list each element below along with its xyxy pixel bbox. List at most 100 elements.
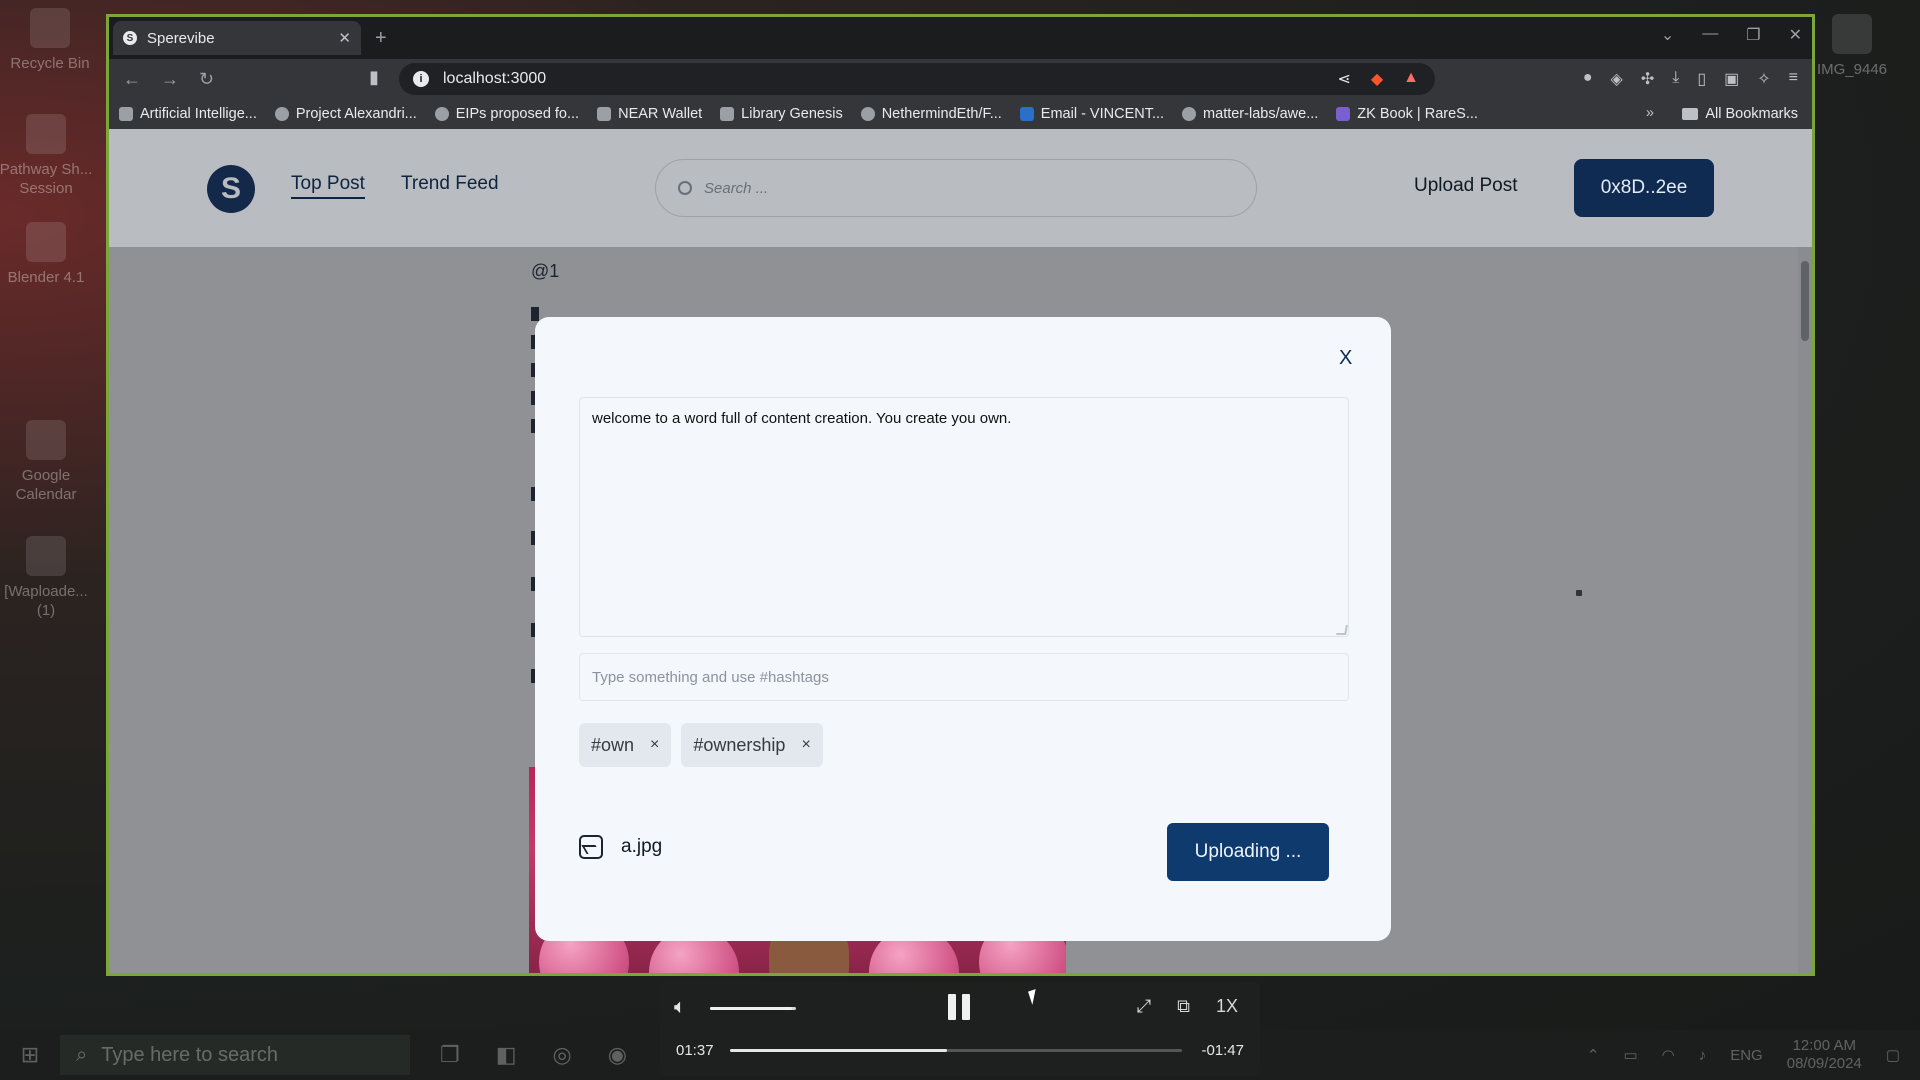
menu-icon[interactable]: ≡ xyxy=(1789,69,1798,89)
remove-tag-icon[interactable]: × xyxy=(801,736,810,754)
playback-speed-button[interactable]: 1X xyxy=(1216,996,1238,1017)
share-icon[interactable]: ⋖ xyxy=(1337,69,1350,89)
bookmark-item[interactable]: Library Genesis xyxy=(720,106,843,122)
tab-sperevibe[interactable]: S Sperevibe ✕ xyxy=(113,21,361,55)
system-tray: ⌃ ▭ ◠ ♪ ENG 12:00 AM 08/09/2024 ▢ xyxy=(1587,1030,1900,1080)
close-tab-icon[interactable]: ✕ xyxy=(338,29,351,47)
hashtag-input[interactable] xyxy=(579,653,1349,701)
language-indicator[interactable]: ENG xyxy=(1730,1047,1763,1064)
site-logo-icon[interactable]: S xyxy=(207,165,255,213)
windows-start-icon[interactable]: ⊞ xyxy=(0,1030,60,1080)
taskbar-search-placeholder: Type here to search xyxy=(101,1043,278,1066)
desktop-icon-recycle-bin[interactable]: Recycle Bin xyxy=(2,8,98,73)
desktop-icon-blender[interactable]: Blender 4.1 xyxy=(0,222,94,287)
brave-shields-icon[interactable]: ◆ xyxy=(1371,69,1383,89)
taskbar-search[interactable]: ⌕ Type here to search xyxy=(60,1035,410,1075)
browser-window: S Sperevibe ✕ + ⌄ — ❐ ✕ ← → ↻ ▮ i localh… xyxy=(106,14,1815,976)
bookmark-item[interactable]: Email - VINCENT... xyxy=(1019,106,1164,122)
reload-icon[interactable]: ↻ xyxy=(199,69,214,90)
minimize-icon[interactable]: — xyxy=(1702,25,1718,45)
nav-top-post[interactable]: Top Post xyxy=(291,173,365,199)
upload-post-modal: X #own × #ownership × a.jpg Uploading ..… xyxy=(535,317,1391,941)
site-info-icon[interactable]: i xyxy=(413,71,429,87)
recycle-bin-icon xyxy=(30,8,70,48)
fullscreen-icon[interactable]: ⤢ xyxy=(1137,996,1151,1017)
desktop-icon-google-calendar[interactable]: Google Calendar xyxy=(0,420,94,504)
add-image-icon[interactable] xyxy=(579,835,603,859)
hashtag-chip: #ownership × xyxy=(681,723,823,767)
volume-slider[interactable] xyxy=(710,1007,796,1010)
clock[interactable]: 12:00 AM 08/09/2024 xyxy=(1787,1037,1862,1073)
desktop-icon-img[interactable]: IMG_9446 xyxy=(1804,14,1900,79)
omnibox-actions: ⋖ ◆ ▲ xyxy=(1337,69,1419,89)
bookmark-item[interactable]: EIPs proposed fo... xyxy=(434,106,580,122)
bookmark-item[interactable]: ZK Book | RareS... xyxy=(1336,106,1478,122)
scrollbar-thumb[interactable] xyxy=(1801,261,1809,341)
bookmark-icon[interactable]: ▮ xyxy=(369,67,379,88)
close-window-icon[interactable]: ✕ xyxy=(1789,25,1802,45)
address-bar[interactable]: i localhost:3000 ⋖ ◆ ▲ xyxy=(399,63,1435,95)
bookmark-label: Library Genesis xyxy=(741,106,843,122)
download-icon[interactable]: ⤓ xyxy=(1672,69,1679,89)
bookmark-item[interactable]: Artificial Intellige... xyxy=(119,106,257,122)
post-content-textarea[interactable] xyxy=(579,397,1349,637)
puzzle-icon[interactable]: ✣ xyxy=(1641,69,1654,89)
sidebar-icon[interactable]: ▯ xyxy=(1697,69,1706,89)
resize-handle-icon[interactable] xyxy=(1336,625,1348,635)
bookmark-item[interactable]: Project Alexandri... xyxy=(274,106,417,122)
back-icon[interactable]: ← xyxy=(123,69,141,90)
more-bookmarks-icon[interactable]: » xyxy=(1646,105,1654,121)
task-view-icon[interactable]: ❐ xyxy=(440,1042,460,1068)
github-icon xyxy=(860,107,875,121)
extension-icon[interactable]: ● xyxy=(1583,69,1593,89)
site-search-input[interactable]: Search ... xyxy=(655,159,1257,217)
volume-icon[interactable]: 🔈︎ xyxy=(674,996,686,1019)
page-scrollbar[interactable] xyxy=(1798,247,1812,973)
leo-ai-icon[interactable]: ✧ xyxy=(1757,69,1770,89)
bookmark-item[interactable]: NEAR Wallet xyxy=(597,106,702,122)
post-author-handle[interactable]: @1 xyxy=(531,261,559,282)
notification-icon[interactable]: ▢ xyxy=(1886,1046,1900,1064)
bookmark-item[interactable]: NethermindEth/F... xyxy=(860,106,1002,122)
pause-icon[interactable] xyxy=(948,994,970,1020)
hashtag-list: #own × #ownership × xyxy=(579,723,823,767)
wallet-icon[interactable]: ▣ xyxy=(1724,69,1739,89)
close-modal-button[interactable]: X xyxy=(1339,347,1352,370)
bookmark-item[interactable]: matter-labs/awe... xyxy=(1182,106,1318,122)
seek-progress xyxy=(730,1049,947,1052)
new-tab-icon[interactable]: + xyxy=(375,27,387,50)
speaker-icon[interactable]: ♪ xyxy=(1699,1047,1707,1064)
remove-tag-icon[interactable]: × xyxy=(650,736,659,754)
picture-in-picture-icon[interactable]: ⧉ xyxy=(1177,996,1190,1017)
upload-button[interactable]: Uploading ... xyxy=(1167,823,1329,881)
all-bookmarks[interactable]: All Bookmarks xyxy=(1682,106,1798,122)
current-time: 01:37 xyxy=(676,1042,714,1059)
metamask-icon[interactable]: ◈ xyxy=(1611,69,1623,89)
search-icon: ⌕ xyxy=(76,1043,88,1066)
bookmark-label: NethermindEth/F... xyxy=(881,106,1002,122)
upload-post-link[interactable]: Upload Post xyxy=(1414,175,1518,197)
bookmark-label: Artificial Intellige... xyxy=(140,106,257,122)
clock-time: 12:00 AM xyxy=(1792,1037,1856,1054)
app-icon[interactable]: ◧ xyxy=(496,1042,517,1068)
tab-search-chevron-icon[interactable]: ⌄ xyxy=(1661,25,1674,45)
chevron-up-icon[interactable]: ⌃ xyxy=(1587,1046,1600,1064)
hashtag-chip: #own × xyxy=(579,723,672,767)
battery-icon[interactable]: ▭ xyxy=(1623,1046,1637,1064)
brave-rewards-icon[interactable]: ▲ xyxy=(1403,69,1419,89)
clock-date: 08/09/2024 xyxy=(1786,1055,1862,1072)
image-attachment[interactable]: a.jpg xyxy=(579,835,662,859)
wallet-address-button[interactable]: 0x8D..2ee xyxy=(1574,159,1714,217)
desktop-icon-waploade[interactable]: [Waploade... (1) xyxy=(0,536,94,620)
restore-icon[interactable]: ❐ xyxy=(1746,25,1760,45)
extension-icons: ● ◈ ✣ ⤓ ▯ ▣ ✧ ≡ xyxy=(1583,69,1798,89)
desktop-icon-pathway[interactable]: Pathway Sh... Session xyxy=(0,114,94,198)
bookmarks-bar: Artificial Intellige... Project Alexandr… xyxy=(109,99,1812,129)
wifi-icon[interactable]: ◠ xyxy=(1662,1046,1675,1064)
app-icon[interactable]: ◎ xyxy=(553,1042,572,1068)
seek-bar[interactable] xyxy=(730,1049,1182,1052)
nav-trend-feed[interactable]: Trend Feed xyxy=(401,173,499,195)
browser-app-icon[interactable]: ◉ xyxy=(608,1042,627,1068)
bookmark-label: EIPs proposed fo... xyxy=(455,106,580,122)
forward-icon[interactable]: → xyxy=(161,69,179,90)
